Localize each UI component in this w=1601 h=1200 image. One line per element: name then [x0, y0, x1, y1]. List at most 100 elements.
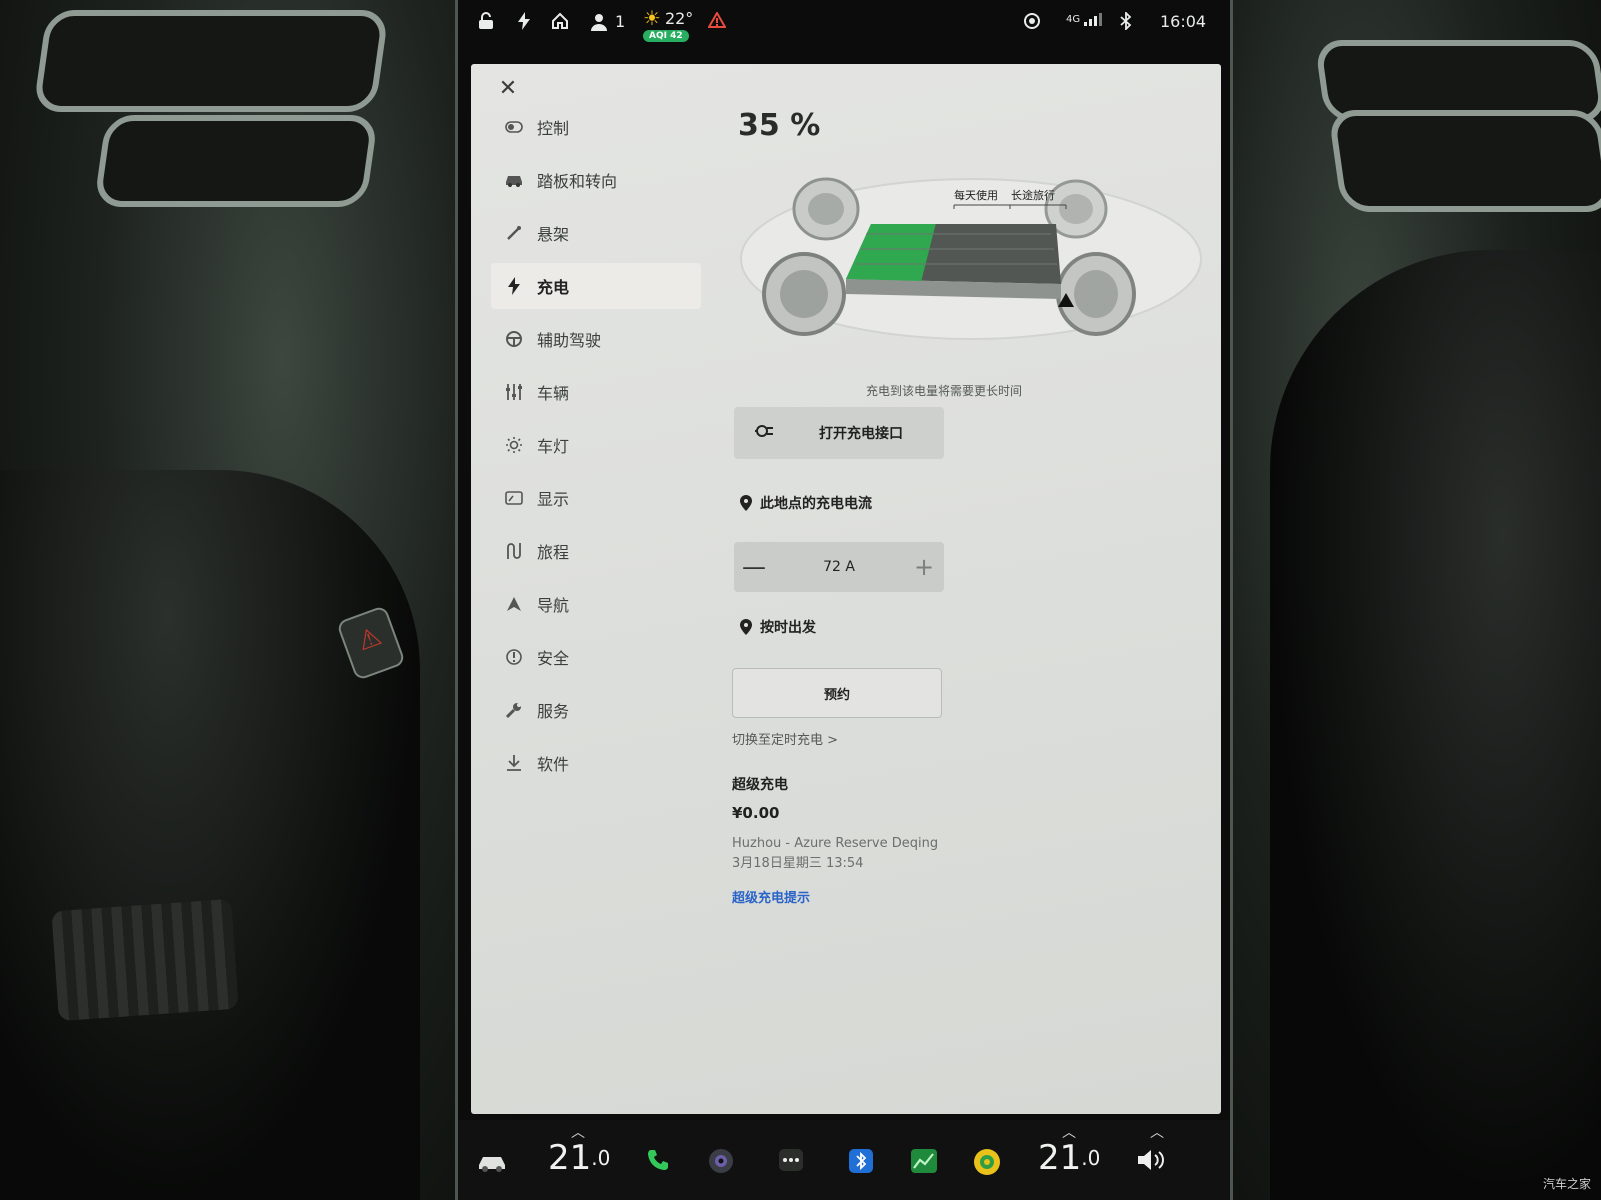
music-app-icon[interactable]: [973, 1148, 1001, 1176]
charge-current-value: 72 A: [823, 559, 855, 575]
battery-percentage: 35 %: [738, 108, 821, 143]
suspension-icon: [503, 222, 525, 244]
decrease-current-button[interactable]: —: [734, 553, 774, 581]
location-pin-icon: [740, 619, 752, 635]
driver-temperature[interactable]: 21.0: [548, 1138, 610, 1178]
light-icon: [503, 434, 525, 456]
close-button[interactable]: ✕: [493, 74, 523, 104]
menu-item-vehicle[interactable]: 车辆: [491, 369, 701, 415]
air-vent: [32, 10, 390, 112]
cellular-signal: 4G: [1066, 12, 1103, 26]
person-icon: [591, 13, 607, 31]
menu-label: 导航: [537, 596, 570, 615]
network-type: 4G: [1066, 13, 1081, 25]
bluetooth-icon[interactable]: [848, 1148, 874, 1174]
passenger-temperature[interactable]: 21.0: [1038, 1138, 1100, 1178]
toggle-icon: [503, 116, 525, 138]
trip-icon: [503, 540, 525, 562]
supercharging-amount: ¥0.00: [732, 804, 780, 822]
settings-panel: ✕ 控制 踏板和转向 悬架 充电 辅助驾驶 车辆 车灯 显示 旅程 导航 安全 …: [471, 64, 1221, 1114]
sentry-icon[interactable]: [1023, 12, 1041, 30]
schedule-button[interactable]: 预约: [732, 668, 942, 718]
menu-item-suspension[interactable]: 悬架: [491, 210, 701, 256]
unlock-icon[interactable]: [478, 12, 494, 30]
home-icon[interactable]: [551, 12, 569, 30]
menu-item-safety[interactable]: 安全: [491, 634, 701, 680]
volume-icon[interactable]: [1136, 1148, 1168, 1172]
camera-icon[interactable]: [708, 1148, 734, 1174]
bolt-icon: [503, 275, 525, 297]
menu-item-trips[interactable]: 旅程: [491, 528, 701, 574]
menu-item-autopilot[interactable]: 辅助驾驶: [491, 316, 701, 362]
air-vent: [1327, 110, 1601, 212]
status-bar: 1 ☀ 22° AQI 42 4G 16:04: [458, 0, 1230, 55]
menu-item-charging[interactable]: 充电: [491, 263, 701, 309]
signal-bars-icon: [1084, 13, 1103, 26]
menu-label: 车灯: [537, 437, 570, 456]
supercharging-location: Huzhou - Azure Reserve Deqing: [732, 836, 939, 851]
sliders-icon: [503, 381, 525, 403]
phone-icon[interactable]: [646, 1148, 670, 1172]
charging-bolt-icon[interactable]: [518, 12, 530, 30]
menu-label: 车辆: [537, 384, 570, 403]
car-icon[interactable]: [476, 1152, 508, 1172]
wheel: [792, 177, 860, 241]
menu-item-navigation[interactable]: 导航: [491, 581, 701, 627]
display-icon: [503, 487, 525, 509]
increase-current-button[interactable]: +: [904, 553, 944, 581]
wrench-icon: [503, 699, 525, 721]
charge-current-stepper: — 72 A +: [734, 542, 944, 592]
menu-label: 控制: [537, 119, 570, 138]
bottom-dock: ︿ 21.0 ︿ 21.0 ︿: [458, 1120, 1230, 1200]
safety-icon: [503, 646, 525, 668]
close-icon: ✕: [498, 76, 518, 101]
alert-icon[interactable]: [708, 12, 726, 28]
menu-label: 充电: [537, 278, 570, 297]
menu-label: 服务: [537, 702, 570, 721]
settings-menu: 控制 踏板和转向 悬架 充电 辅助驾驶 车辆 车灯 显示 旅程 导航 安全 服务…: [491, 104, 701, 793]
seat-right: [1270, 250, 1601, 1200]
air-vent: [93, 115, 379, 207]
watermark: 汽车之家: [1542, 1177, 1591, 1191]
open-charge-port-button[interactable]: 打开充电接口: [734, 407, 944, 459]
supercharging-tips-link[interactable]: 超级充电提示: [732, 887, 810, 906]
energy-chart-icon[interactable]: [910, 1148, 938, 1174]
aqi-badge: AQI 42: [643, 30, 689, 42]
download-icon: [503, 752, 525, 774]
open-charge-port-label: 打开充电接口: [819, 426, 903, 442]
battery-pack: [846, 224, 1061, 299]
driver-temp-value: 21: [548, 1138, 592, 1178]
clock: 16:04: [1160, 12, 1207, 31]
menu-item-lights[interactable]: 车灯: [491, 422, 701, 468]
menu-item-service[interactable]: 服务: [491, 687, 701, 733]
trip-label: 长途旅行: [1011, 188, 1055, 202]
battery-visualization[interactable]: 每天使用 长途旅行: [726, 149, 1206, 359]
navigation-icon: [503, 593, 525, 615]
minus-icon: —: [742, 553, 766, 581]
chevron-up-icon[interactable]: ︿: [1150, 1122, 1164, 1142]
sun-icon: ☀: [643, 6, 661, 30]
passenger-temp-decimal: .0: [1081, 1146, 1101, 1170]
driver-profile[interactable]: 1: [591, 12, 625, 31]
supercharging-title: 超级充电: [732, 777, 788, 793]
menu-item-software[interactable]: 软件: [491, 740, 701, 786]
supercharging-time: 3月18日星期三 13:54: [732, 856, 864, 871]
menu-label: 安全: [537, 649, 570, 668]
more-apps-icon[interactable]: [778, 1148, 804, 1172]
menu-label: 辅助驾驶: [537, 331, 602, 350]
passenger-temp-value: 21: [1038, 1138, 1082, 1178]
weather-widget[interactable]: ☀ 22° AQI 42: [643, 6, 693, 42]
seat-left: [0, 470, 420, 1200]
menu-item-controls[interactable]: 控制: [491, 104, 701, 150]
bluetooth-status-icon[interactable]: [1120, 12, 1132, 30]
menu-item-display[interactable]: 显示: [491, 475, 701, 521]
menu-label: 软件: [537, 755, 570, 774]
location-pin-icon: [740, 495, 752, 511]
car-icon: [503, 169, 525, 191]
menu-label: 显示: [537, 490, 570, 509]
menu-item-pedals-steering[interactable]: 踏板和转向: [491, 157, 701, 203]
menu-label: 旅程: [537, 543, 570, 562]
pedal: [51, 898, 239, 1022]
switch-to-scheduled-charging-link[interactable]: 切换至定时充电 >: [732, 729, 838, 748]
scheduled-departure-label: 按时出发: [760, 620, 816, 636]
